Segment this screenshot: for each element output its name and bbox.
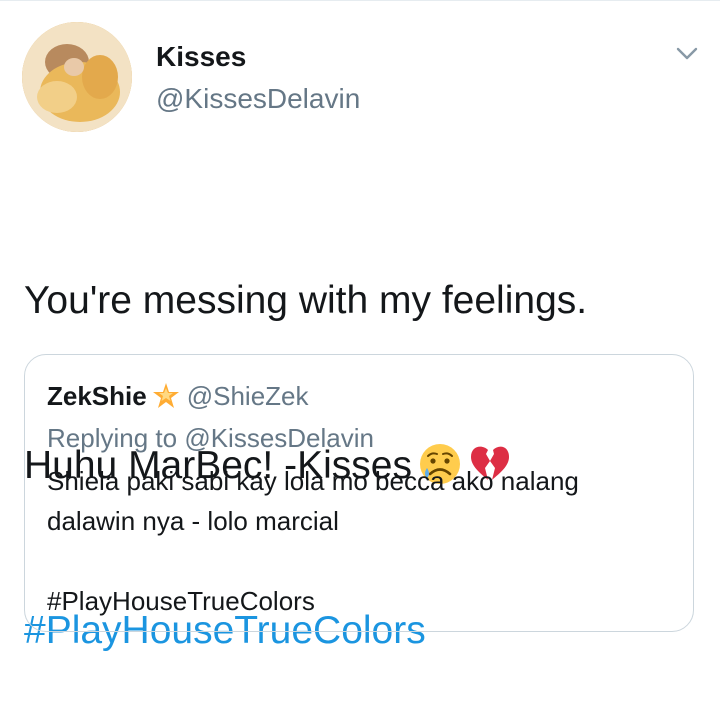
author-name[interactable]: Kisses bbox=[156, 40, 246, 74]
quoted-author-handle[interactable]: @ShieZek bbox=[187, 381, 309, 411]
quoted-tweet-body: Shiela paki sabi kay lola mo becca ako n… bbox=[47, 461, 677, 621]
avatar-photo bbox=[22, 22, 132, 132]
quoted-hashtag[interactable]: #PlayHouseTrueColors bbox=[47, 581, 677, 621]
chevron-down-icon[interactable] bbox=[674, 40, 700, 66]
quoted-tweet-header: ZekShie @ShieZek bbox=[47, 379, 309, 413]
quoted-line-1: Shiela paki sabi kay lola mo becca ako n… bbox=[47, 466, 579, 496]
replying-to-line: Replying to @KissesDelavin bbox=[47, 421, 374, 455]
quoted-line-2: dalawin nya - lolo marcial bbox=[47, 506, 339, 536]
quoted-tweet-card[interactable]: ZekShie @ShieZek Replying to @KissesDela… bbox=[24, 354, 694, 632]
replying-to-mention[interactable]: @KissesDelavin bbox=[184, 423, 374, 453]
replying-to-prefix: Replying to bbox=[47, 423, 178, 453]
author-handle[interactable]: @KissesDelavin bbox=[156, 82, 360, 116]
avatar[interactable] bbox=[22, 22, 132, 132]
top-divider bbox=[0, 0, 720, 1]
tweet-line-1: You're messing with my feelings. bbox=[24, 279, 588, 322]
quoted-author-name[interactable]: ZekShie bbox=[47, 381, 147, 411]
star-icon bbox=[151, 381, 181, 411]
quoted-blank-line bbox=[47, 541, 677, 581]
